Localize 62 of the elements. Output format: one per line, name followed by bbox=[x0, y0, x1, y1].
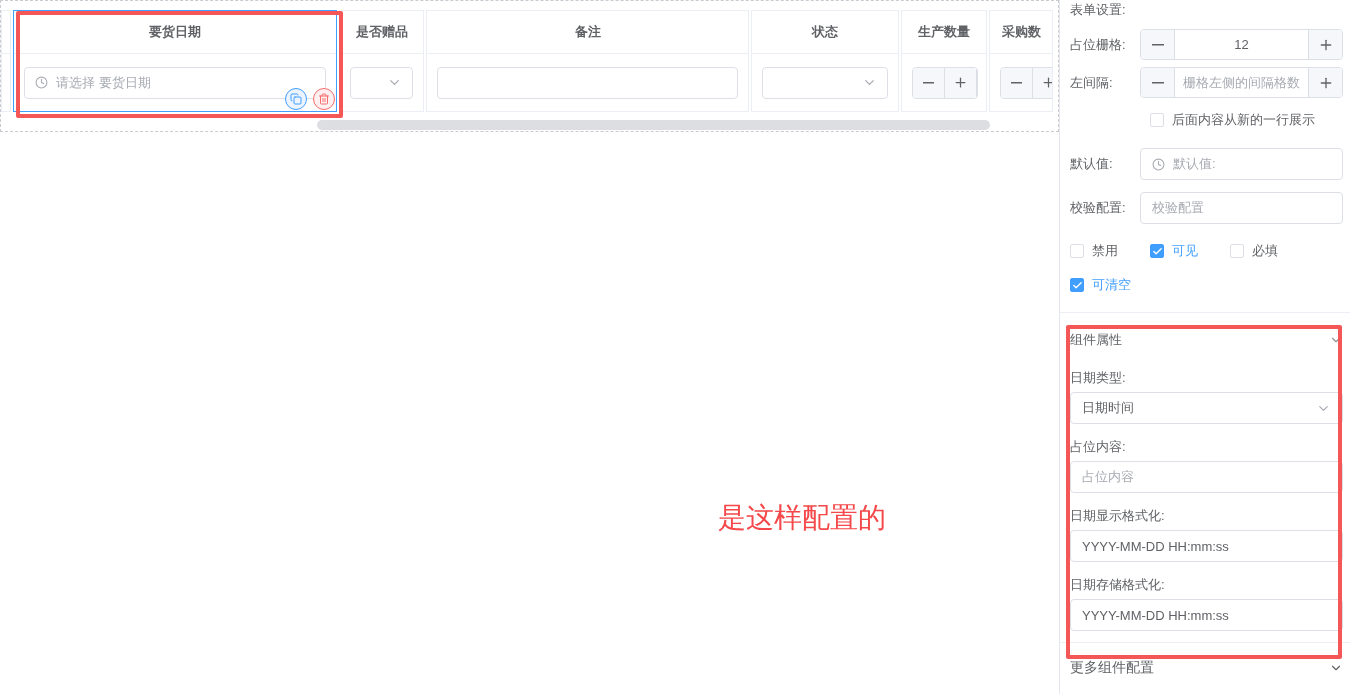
plus-button[interactable] bbox=[1309, 30, 1342, 59]
input-field[interactable]: YYYY-MM-DD HH:mm:ss bbox=[1070, 530, 1343, 562]
table-column[interactable]: 备注 bbox=[426, 10, 749, 112]
field-label: 占位栅格: bbox=[1070, 35, 1127, 54]
column-header: 是否赠品 bbox=[355, 23, 408, 41]
plus-button[interactable] bbox=[1309, 68, 1342, 97]
annotation-note: 是这样配置的 bbox=[718, 501, 887, 535]
minus-icon bbox=[1151, 81, 1164, 84]
field-label: 校验配置: bbox=[1070, 199, 1127, 217]
delete-button[interactable] bbox=[313, 88, 335, 110]
placeholder-text: 校验配置 bbox=[1152, 199, 1204, 217]
trash-icon bbox=[318, 93, 330, 105]
minus-button[interactable] bbox=[1141, 68, 1174, 97]
field-label: 占位内容: bbox=[1070, 438, 1127, 456]
field-label: 日期显示格式化: bbox=[1070, 507, 1166, 525]
field-label: 默认值: bbox=[1070, 155, 1114, 173]
checkbox[interactable] bbox=[1150, 244, 1164, 258]
field-label: 日期类型: bbox=[1070, 369, 1127, 387]
input-field[interactable]: YYYY-MM-DD HH:mm:ss bbox=[1070, 599, 1343, 631]
section-title: 更多组件配置 bbox=[1070, 659, 1154, 677]
select-field[interactable]: 日期时间 bbox=[1070, 392, 1343, 424]
placeholder-text: 默认值: bbox=[1173, 155, 1216, 173]
column-header: 状态 bbox=[812, 23, 838, 41]
table-column[interactable]: 是否赠品 bbox=[339, 10, 424, 112]
field-label: 左间隔: bbox=[1070, 73, 1114, 92]
checkbox-label: 禁用 bbox=[1092, 242, 1118, 260]
minus-icon bbox=[1011, 81, 1022, 84]
table-column[interactable]: 状态 bbox=[751, 10, 899, 112]
placeholder-text: 请选择 要货日期 bbox=[56, 73, 151, 92]
select-value: 日期时间 bbox=[1082, 399, 1134, 417]
column-header: 采购数 bbox=[1001, 23, 1041, 41]
section-title: 表单设置: bbox=[1070, 1, 1127, 19]
clock-icon bbox=[35, 76, 48, 89]
number-stepper[interactable] bbox=[912, 66, 978, 99]
table-column[interactable]: 采购数 bbox=[989, 10, 1053, 112]
minus-button[interactable] bbox=[913, 67, 945, 98]
minus-icon bbox=[923, 81, 934, 84]
column-header: 要货日期 bbox=[149, 23, 201, 41]
checkbox[interactable] bbox=[1070, 278, 1084, 292]
plus-icon bbox=[953, 75, 968, 90]
checkbox-label: 后面内容从新的一行展示 bbox=[1172, 111, 1315, 129]
checkbox-label: 可见 bbox=[1172, 242, 1198, 260]
copy-button[interactable] bbox=[285, 88, 307, 110]
scrollbar-thumb[interactable] bbox=[317, 120, 990, 130]
plus-icon bbox=[1041, 75, 1052, 90]
minus-icon bbox=[1151, 43, 1164, 46]
copy-icon bbox=[290, 93, 302, 105]
input-field[interactable] bbox=[437, 66, 738, 99]
table-column[interactable] bbox=[1, 10, 11, 112]
select-field[interactable] bbox=[762, 66, 888, 99]
minus-button[interactable] bbox=[1141, 30, 1174, 59]
column-header: 生产数量 bbox=[918, 23, 970, 41]
clock-icon bbox=[1152, 157, 1165, 171]
table-column[interactable]: 生产数量 bbox=[901, 10, 987, 112]
table-column[interactable]: 要货日期 请选择 要货日期 bbox=[13, 10, 337, 112]
number-input[interactable]: 12 bbox=[1140, 29, 1343, 60]
field-label: 日期存储格式化: bbox=[1070, 576, 1166, 594]
section-title: 组件属性 bbox=[1070, 331, 1122, 349]
checkbox-label: 必填 bbox=[1252, 242, 1278, 260]
select-field[interactable] bbox=[350, 66, 413, 99]
checkbox-label: 可清空 bbox=[1092, 276, 1131, 294]
column-header: 备注 bbox=[574, 23, 601, 41]
